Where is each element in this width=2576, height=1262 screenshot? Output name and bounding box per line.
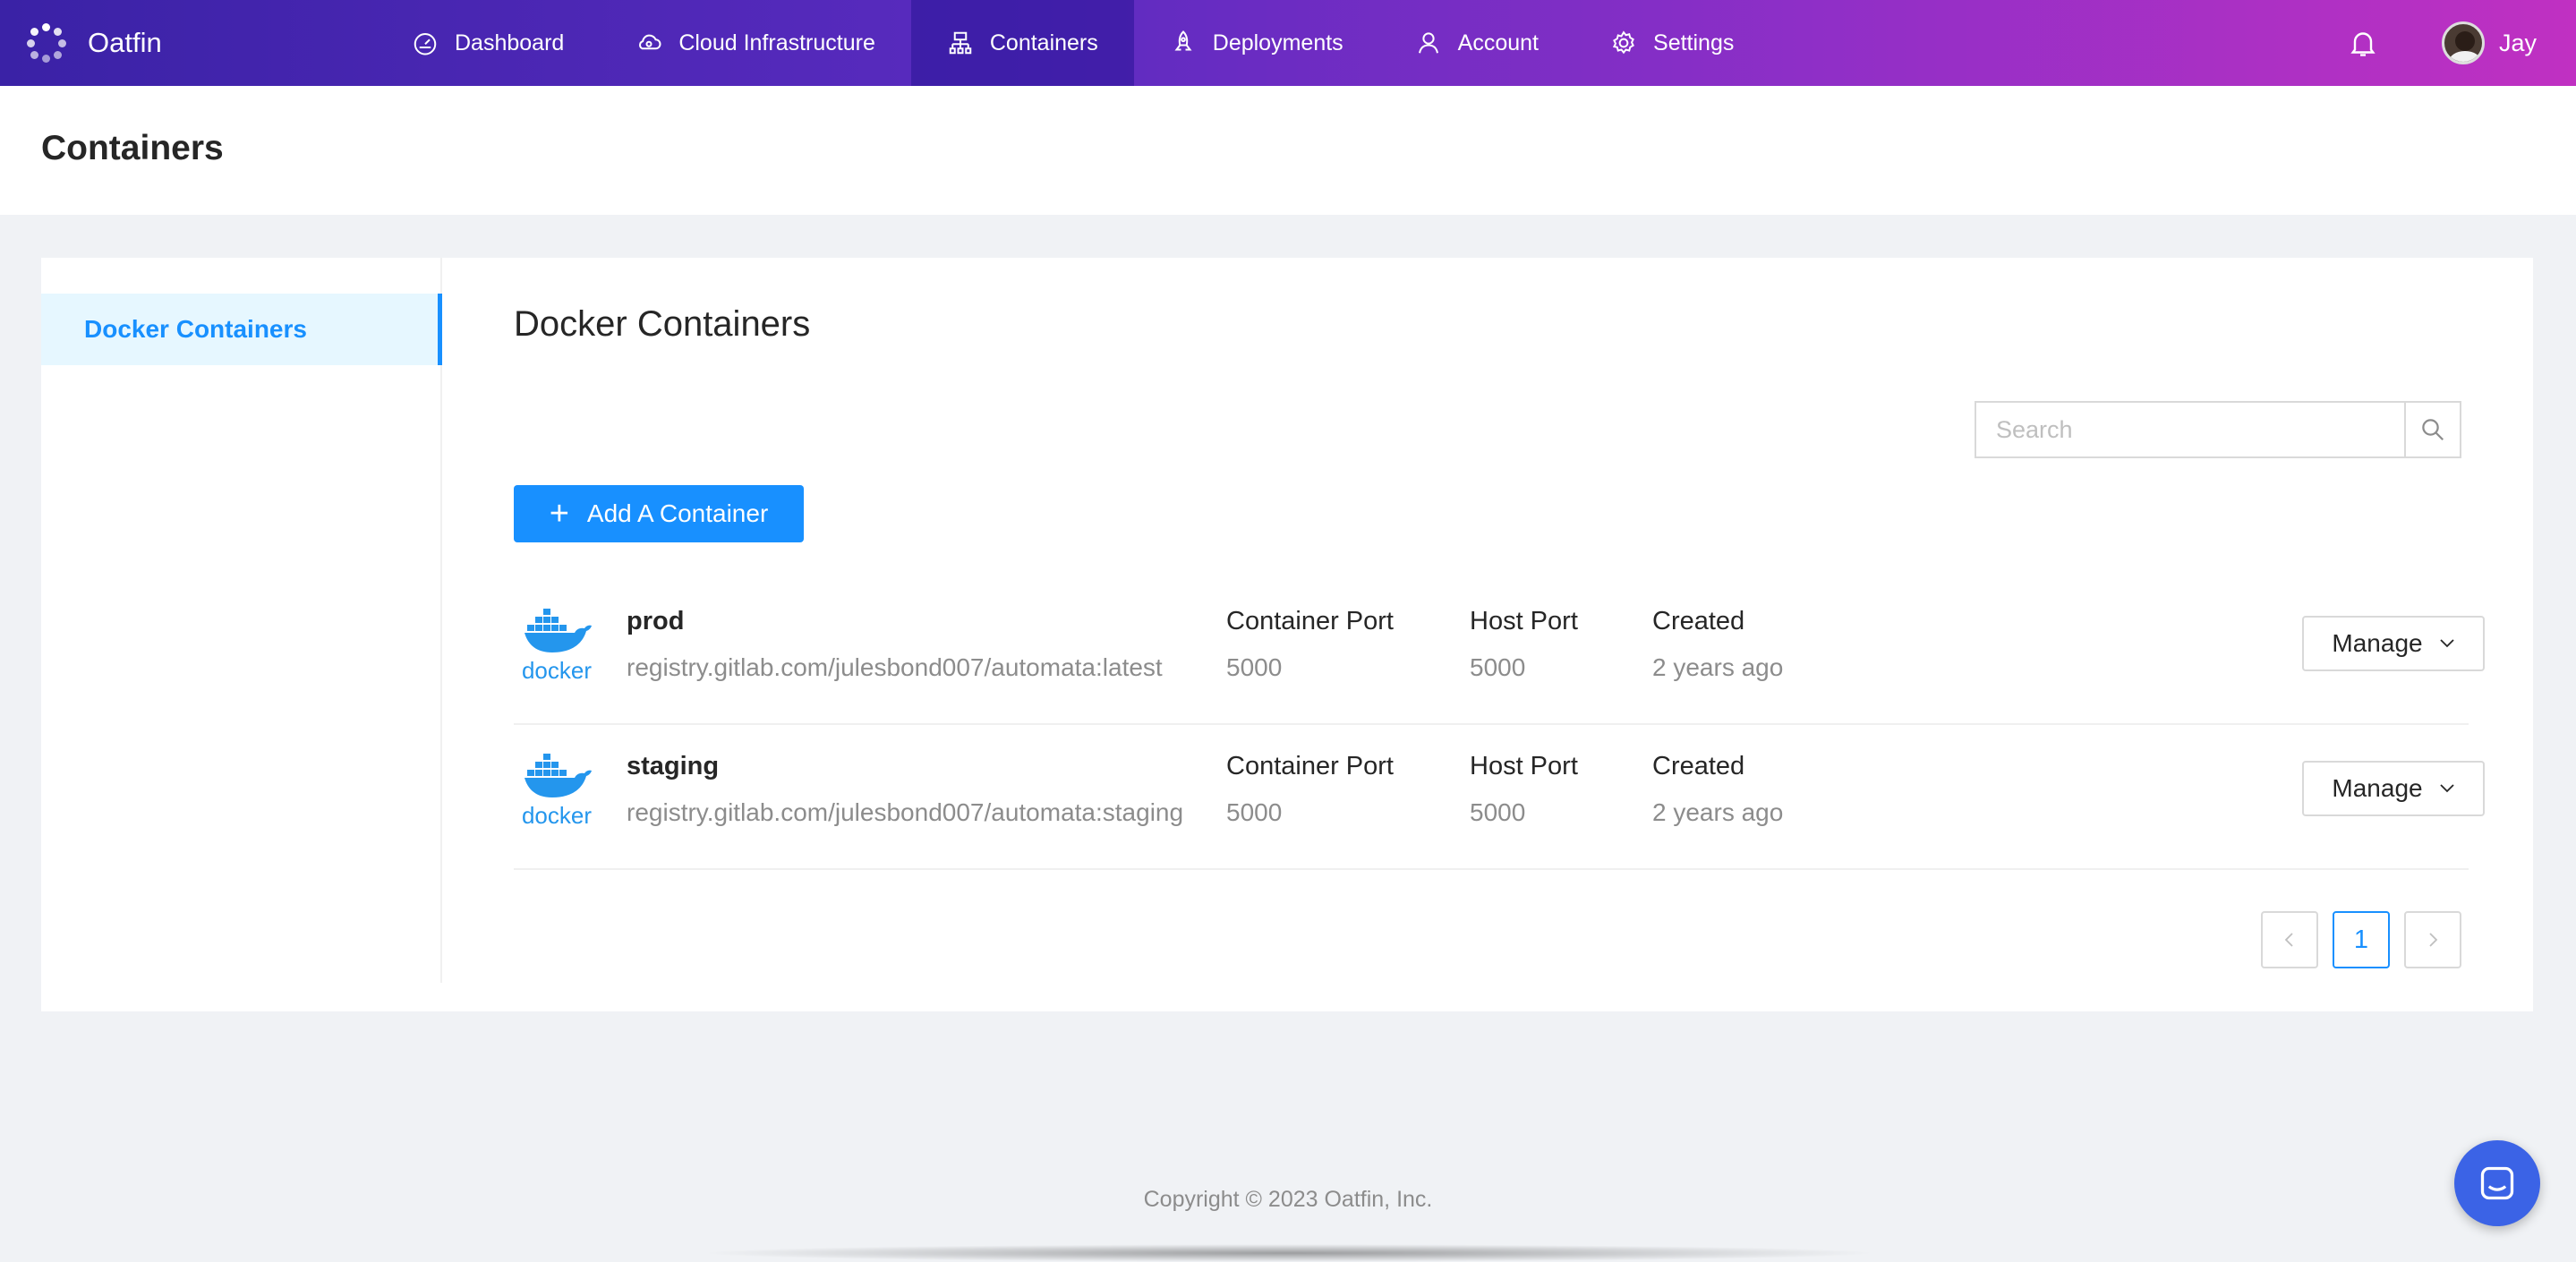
pagination-page-1[interactable]: 1 (2333, 911, 2390, 968)
nav-item-label: Settings (1653, 30, 1735, 55)
app-name: Oatfin (88, 27, 162, 58)
docker-logo-icon: docker (522, 609, 592, 682)
search-button[interactable] (2404, 401, 2461, 458)
add-container-label: Add A Container (586, 499, 769, 527)
nav-item-label: Dashboard (455, 30, 565, 55)
host-port-label: Host Port (1470, 752, 1578, 780)
nav-item-label: Deployments (1212, 30, 1343, 55)
nav-item-deployments[interactable]: Deployments (1134, 0, 1379, 86)
nav-item-dashboard[interactable]: Dashboard (376, 0, 600, 86)
container-row-prod: docker prod registry.gitlab.com/julesbon… (514, 580, 2485, 725)
avatar (2442, 21, 2485, 64)
chevron-right-icon (2429, 933, 2438, 947)
nav-item-label: Cloud Infrastructure (678, 30, 875, 55)
container-port-value: 5000 (1226, 653, 1283, 681)
manage-label: Manage (2332, 629, 2423, 657)
container-port-value: 5000 (1226, 798, 1283, 826)
container-name[interactable]: staging (627, 752, 719, 781)
main-nav: Dashboard Cloud Infrastructure Container… (376, 0, 1770, 90)
container-name[interactable]: prod (627, 607, 684, 636)
rocket-icon (1174, 30, 1192, 51)
pagination-prev-button[interactable] (2261, 911, 2318, 968)
dashboard-icon (414, 33, 437, 55)
container-port-label: Container Port (1226, 752, 1394, 780)
add-container-button[interactable]: + Add A Container (514, 485, 804, 542)
top-navbar: Oatfin Dashboard Cloud Infrastructure Co… (0, 0, 2576, 90)
gear-icon (1612, 30, 1634, 55)
container-row-staging: docker staging registry.gitlab.com/jules… (514, 725, 2485, 870)
manage-button[interactable]: Manage (2302, 761, 2485, 816)
host-port-label: Host Port (1470, 607, 1578, 635)
chevron-down-icon (2439, 784, 2454, 793)
svg-text:docker: docker (522, 802, 592, 827)
chevron-down-icon (2439, 639, 2454, 648)
container-image: registry.gitlab.com/julesbond007/automat… (627, 653, 1163, 681)
host-port-value: 5000 (1470, 653, 1526, 681)
plus-icon: + (549, 495, 569, 533)
search-icon (2422, 419, 2444, 441)
created-label: Created (1652, 607, 1745, 635)
container-port-label: Container Port (1226, 607, 1394, 635)
search-box (1975, 401, 2467, 458)
docker-logo-icon: docker (522, 754, 592, 827)
oatfin-logo-icon (27, 23, 66, 63)
bottom-shadow (698, 1244, 1880, 1262)
host-port-value: 5000 (1470, 798, 1526, 826)
nav-item-containers[interactable]: Containers (910, 0, 1134, 90)
main-card: Docker Containers Docker Containers + Ad… (41, 258, 2533, 1011)
bell-icon[interactable] (2347, 27, 2379, 59)
content-title: Docker Containers (514, 304, 811, 344)
containers-icon (949, 31, 972, 55)
svg-text:docker: docker (522, 657, 592, 682)
user-icon (1418, 32, 1438, 54)
chevron-left-icon (2284, 933, 2293, 947)
created-label: Created (1652, 752, 1745, 780)
user-menu[interactable]: Jay (2442, 20, 2537, 66)
search-input[interactable] (1975, 401, 2404, 458)
container-image: registry.gitlab.com/julesbond007/automat… (627, 798, 1184, 826)
user-name: Jay (2499, 29, 2538, 56)
created-value: 2 years ago (1652, 653, 1784, 681)
nav-item-account[interactable]: Account (1379, 0, 1574, 86)
brand[interactable]: Oatfin (27, 0, 162, 86)
nav-item-label: Account (1457, 30, 1540, 55)
cloud-icon (639, 34, 661, 50)
nav-item-label: Containers (989, 30, 1098, 55)
created-value: 2 years ago (1652, 798, 1784, 826)
chat-launcher-button[interactable] (2454, 1140, 2540, 1226)
page-header: Containers (0, 86, 2576, 215)
pagination-next-button[interactable] (2404, 911, 2461, 968)
manage-button[interactable]: Manage (2302, 616, 2485, 671)
side-menu: Docker Containers (41, 258, 442, 983)
nav-item-settings[interactable]: Settings (1574, 0, 1770, 86)
page-title: Containers (41, 129, 224, 167)
nav-item-cloud-infrastructure[interactable]: Cloud Infrastructure (600, 0, 911, 86)
chat-icon (2480, 1166, 2514, 1200)
sidebar-item-docker-containers[interactable]: Docker Containers (41, 294, 442, 365)
manage-label: Manage (2332, 774, 2423, 802)
footer-copyright: Copyright © 2023 Oatfin, Inc. (1143, 1187, 1433, 1212)
